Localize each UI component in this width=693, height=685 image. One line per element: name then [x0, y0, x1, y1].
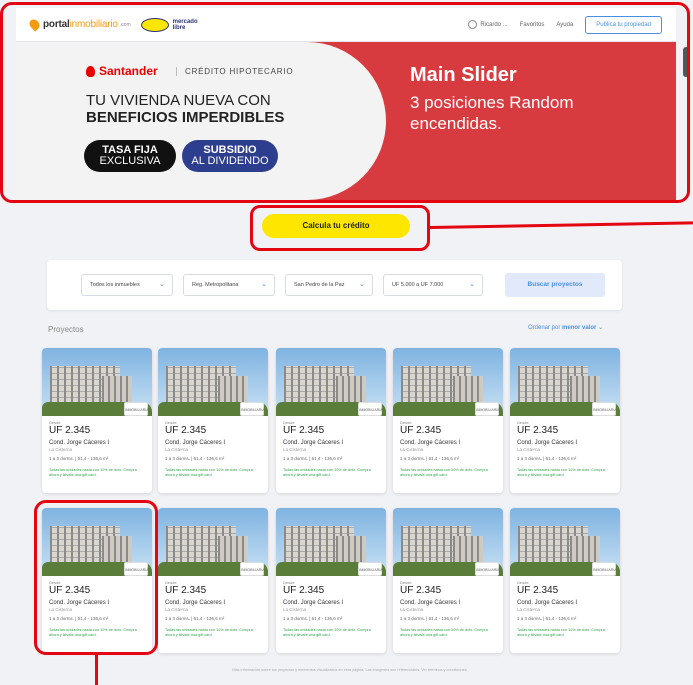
project-price: UF 2.345 [49, 425, 91, 436]
property-type-select[interactable]: Todos los inmuebles ⌄ [81, 274, 173, 296]
price-range-select[interactable]: UF 5.000 a UF 7.000 ⌄ [383, 274, 483, 296]
project-name: Cond. Jorge Cáceres I [283, 440, 344, 446]
project-name: Cond. Jorge Cáceres I [400, 600, 461, 606]
commune-value: San Pedro de la Paz [294, 282, 345, 288]
region-value: Reg. Metropolitana [192, 282, 239, 288]
project-price: UF 2.345 [400, 425, 442, 436]
project-promo: Todas las unidades hasta con 10% de dcto… [165, 628, 253, 637]
search-projects-button[interactable]: Buscar proyectos [505, 273, 605, 297]
project-location: La Cisterna [165, 607, 189, 612]
project-location: La Cisterna [49, 447, 73, 452]
project-specs: 1 a 3 dorms. | 61,4 - 136,6 m² [283, 616, 343, 621]
project-price: UF 2.345 [165, 585, 207, 596]
project-specs: 1 a 3 dorms. | 61,4 - 136,6 m² [283, 456, 343, 461]
project-location: La Cisterna [283, 607, 307, 612]
project-price: UF 2.345 [283, 585, 325, 596]
project-name: Cond. Jorge Cáceres I [400, 440, 461, 446]
developer-badge: INMOBILIARIA [475, 402, 500, 416]
project-card[interactable]: INMOBILIARIA Desde UF 2.345 Cond. Jorge Các… [510, 348, 620, 493]
project-price: UF 2.345 [400, 585, 442, 596]
developer-badge: INMOBILIARIA [124, 402, 149, 416]
project-specs: 1 a 3 dorms. | 61,4 - 136,6 m² [49, 456, 109, 461]
order-by-control[interactable]: Ordenar por menor valor ⌄ [528, 324, 603, 331]
slider-highlight-box [0, 2, 690, 203]
project-name: Cond. Jorge Cáceres I [49, 440, 110, 446]
chevron-down-icon: ⌄ [261, 281, 267, 288]
project-location: La Cisterna [165, 447, 189, 452]
project-specs: 1 a 3 dorms. | 61,4 - 136,6 m² [400, 456, 460, 461]
project-promo: Todas las unidades hasta con 10% de dcto… [400, 468, 488, 477]
project-price: UF 2.345 [283, 425, 325, 436]
project-location: La Cisterna [517, 447, 541, 452]
project-card[interactable]: INMOBILIARIA Desde UF 2.345 Cond. Jorge Các… [276, 348, 386, 493]
project-card[interactable]: INMOBILIARIA Desde UF 2.345 Cond. Jorge Các… [276, 508, 386, 653]
project-location: La Cisterna [283, 447, 307, 452]
footer-disclaimer: Más información sobre los proyectos y el… [232, 668, 468, 672]
project-card[interactable]: INMOBILIARIA Desde UF 2.345 Cond. Jorge Các… [510, 508, 620, 653]
developer-badge: INMOBILIARIA [240, 402, 265, 416]
property-type-value: Todos los inmuebles [90, 282, 140, 288]
developer-badge: INMOBILIARIA [592, 402, 617, 416]
developer-badge: INMOBILIARIA [475, 562, 500, 576]
project-name: Cond. Jorge Cáceres I [165, 440, 226, 446]
project-price: UF 2.345 [517, 585, 559, 596]
project-card[interactable]: INMOBILIARIA Desde UF 2.345 Cond. Jorge Các… [42, 348, 152, 493]
price-range-value: UF 5.000 a UF 7.000 [392, 282, 444, 288]
project-price: UF 2.345 [165, 425, 207, 436]
project-card[interactable]: INMOBILIARIA Desde UF 2.345 Cond. Jorge Các… [158, 508, 268, 653]
project-location: La Cisterna [517, 607, 541, 612]
chevron-down-icon: ⌄ [359, 281, 365, 288]
page: portalinmobiliario .com mercado libre Ri… [0, 0, 693, 685]
order-value: menor valor [562, 325, 597, 331]
projects-section-label: Proyectos [48, 325, 84, 334]
project-name: Cond. Jorge Cáceres I [165, 600, 226, 606]
project-promo: Todas las unidades hasta con 10% de dcto… [49, 468, 137, 477]
project-name: Cond. Jorge Cáceres I [283, 600, 344, 606]
project-specs: 1 a 3 dorms. | 61,4 - 136,6 m² [165, 616, 225, 621]
project-promo: Todas las unidades hasta con 10% de dcto… [517, 628, 605, 637]
project-promo: Todas las unidades hasta con 10% de dcto… [517, 468, 605, 477]
project-promo: Todas las unidades hasta con 10% de dcto… [400, 628, 488, 637]
project-location: La Cisterna [400, 447, 424, 452]
developer-badge: INMOBILIARIA [592, 562, 617, 576]
project-specs: 1 a 3 dorms. | 61,4 - 136,6 m² [517, 616, 577, 621]
project-card[interactable]: INMOBILIARIA Desde UF 2.345 Cond. Jorge Các… [158, 348, 268, 493]
project-price: UF 2.345 [517, 425, 559, 436]
project-card[interactable]: INMOBILIARIA Desde UF 2.345 Cond. Jorge Các… [393, 508, 503, 653]
card-callout-line [95, 655, 98, 685]
order-prefix: Ordenar por [528, 325, 561, 331]
developer-badge: INMOBILIARIA [240, 562, 265, 576]
project-specs: 1 a 3 dorms. | 61,4 - 136,6 m² [400, 616, 460, 621]
developer-badge: INMOBILIARIA [358, 402, 383, 416]
project-card[interactable]: INMOBILIARIA Desde UF 2.345 Cond. Jorge Các… [393, 348, 503, 493]
commune-select[interactable]: San Pedro de la Paz ⌄ [285, 274, 373, 296]
card-highlight-box [34, 500, 158, 655]
project-location: La Cisterna [400, 607, 424, 612]
project-promo: Todas las unidades hasta con 10% de dcto… [165, 468, 253, 477]
project-specs: 1 a 3 dorms. | 61,4 - 136,6 m² [517, 456, 577, 461]
developer-badge: INMOBILIARIA [358, 562, 383, 576]
region-select[interactable]: Reg. Metropolitana ⌄ [183, 274, 275, 296]
project-promo: Todas las unidades hasta con 10% de dcto… [283, 468, 371, 477]
search-panel: Todos los inmuebles ⌄ Reg. Metropolitana ⌄… [47, 260, 622, 310]
project-specs: 1 a 3 dorms. | 61,4 - 136,6 m² [165, 456, 225, 461]
chevron-down-icon: ⌄ [469, 281, 475, 288]
calc-callout-line [429, 221, 693, 229]
project-name: Cond. Jorge Cáceres I [517, 440, 578, 446]
calc-highlight-box [250, 205, 430, 251]
chevron-down-icon: ⌄ [598, 325, 604, 331]
chevron-down-icon: ⌄ [159, 281, 165, 288]
project-name: Cond. Jorge Cáceres I [517, 600, 578, 606]
project-promo: Todas las unidades hasta con 10% de dcto… [283, 628, 371, 637]
